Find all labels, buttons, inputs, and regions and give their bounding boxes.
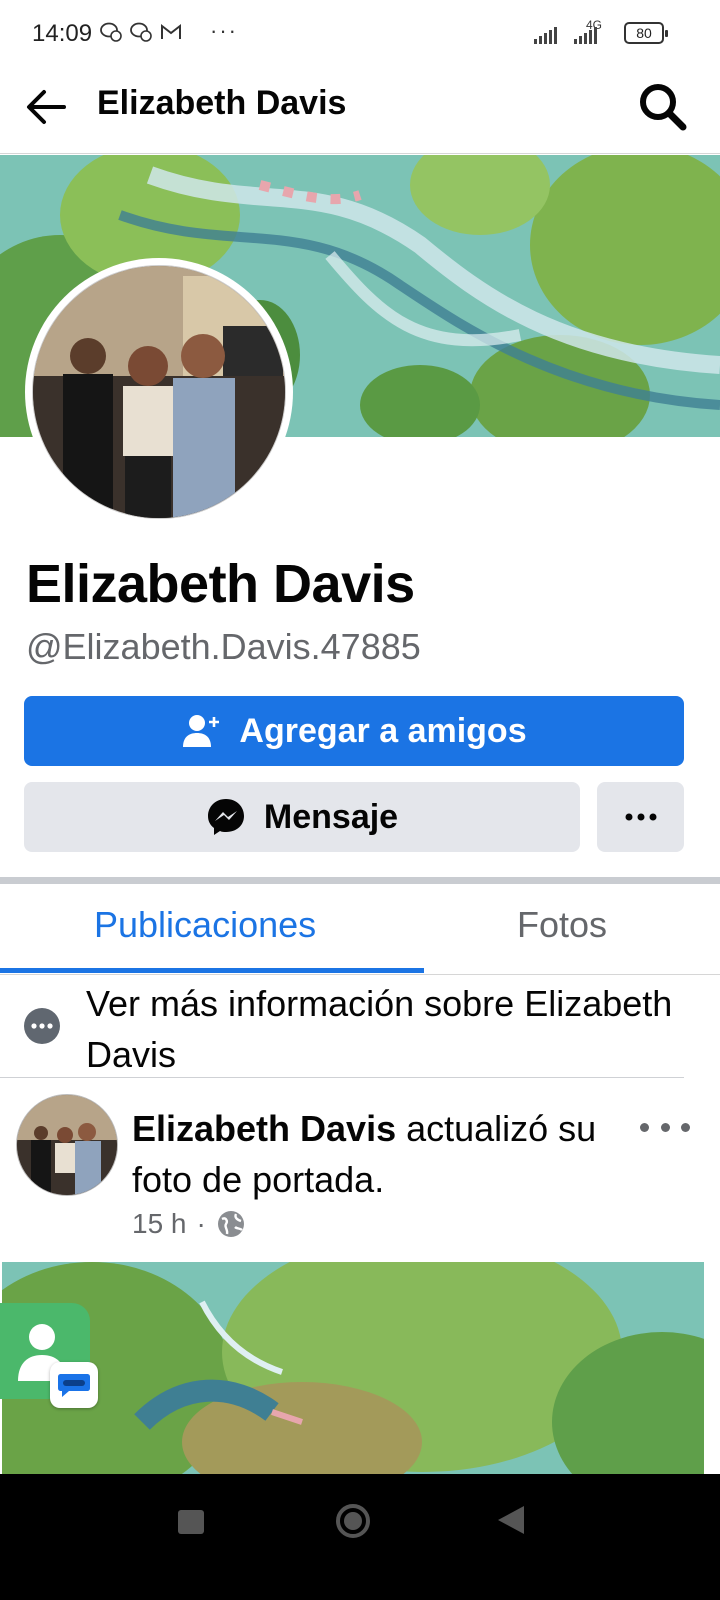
post-meta: 15 h · <box>132 1208 246 1240</box>
messages-badge[interactable] <box>50 1362 98 1408</box>
tab-photos[interactable]: Fotos <box>517 904 607 946</box>
tab-posts[interactable]: Publicaciones <box>94 904 316 946</box>
search-icon <box>640 84 687 131</box>
post-options-button[interactable] <box>640 1110 690 1144</box>
post-time[interactable]: 15 h <box>132 1208 187 1240</box>
system-back-button[interactable] <box>498 1506 524 1534</box>
message-label: Mensaje <box>263 797 399 836</box>
system-nav-bar <box>0 1474 720 1600</box>
back-button[interactable] <box>22 82 72 132</box>
chat-bubble-icon <box>58 1374 90 1397</box>
signal-icon <box>534 24 557 44</box>
post-image[interactable] <box>2 1262 704 1474</box>
divider <box>0 1077 684 1078</box>
profile-tabs: Publicaciones Fotos <box>0 884 720 975</box>
more-notifications-icon: ··· <box>210 18 238 43</box>
message-button[interactable]: Mensaje <box>24 782 580 852</box>
more-horizontal-icon <box>625 813 656 821</box>
recents-button[interactable] <box>178 1510 204 1534</box>
wechat-notification-icon-2 <box>130 22 152 47</box>
profile-photo <box>32 265 286 519</box>
post-text: Elizabeth Davis actualizó su foto de por… <box>132 1103 632 1205</box>
add-friend-icon <box>183 715 220 747</box>
wechat-notification-icon <box>100 22 122 47</box>
post-author[interactable]: Elizabeth Davis <box>132 1108 396 1149</box>
search-button[interactable] <box>634 78 690 134</box>
page-title: Elizabeth Davis <box>97 84 347 122</box>
post-cover-illustration <box>2 1262 704 1474</box>
active-tab-indicator <box>0 968 424 973</box>
notification-icons <box>100 22 182 47</box>
profile-avatar[interactable] <box>25 258 293 526</box>
messenger-icon <box>207 799 244 835</box>
status-bar: 14:09 ··· 4G 80 <box>0 0 720 68</box>
app-header: Elizabeth Davis <box>0 68 720 154</box>
globe-icon <box>217 1211 244 1237</box>
more-info-icon <box>24 1008 60 1044</box>
signal-icon-2 <box>574 24 597 44</box>
home-button[interactable] <box>336 1504 370 1538</box>
more-options-button[interactable] <box>597 782 684 852</box>
more-info-text: Ver más información sobre Elizabeth Davi… <box>86 983 673 1075</box>
battery-icon: 80 <box>624 22 668 44</box>
profile-name: Elizabeth Davis <box>26 554 415 614</box>
gmail-icon <box>160 23 182 46</box>
more-info-row[interactable]: Ver más información sobre Elizabeth Davi… <box>0 976 720 1078</box>
add-friend-button[interactable]: Agregar a amigos <box>24 696 684 766</box>
status-time: 14:09 <box>32 20 93 47</box>
post-author-avatar[interactable] <box>16 1094 118 1196</box>
meta-separator: · <box>196 1208 206 1239</box>
add-friend-label: Agregar a amigos <box>239 711 527 750</box>
arrow-left-icon <box>27 90 66 124</box>
profile-username: @Elizabeth.Davis.47885 <box>26 626 421 667</box>
section-divider <box>0 877 720 884</box>
